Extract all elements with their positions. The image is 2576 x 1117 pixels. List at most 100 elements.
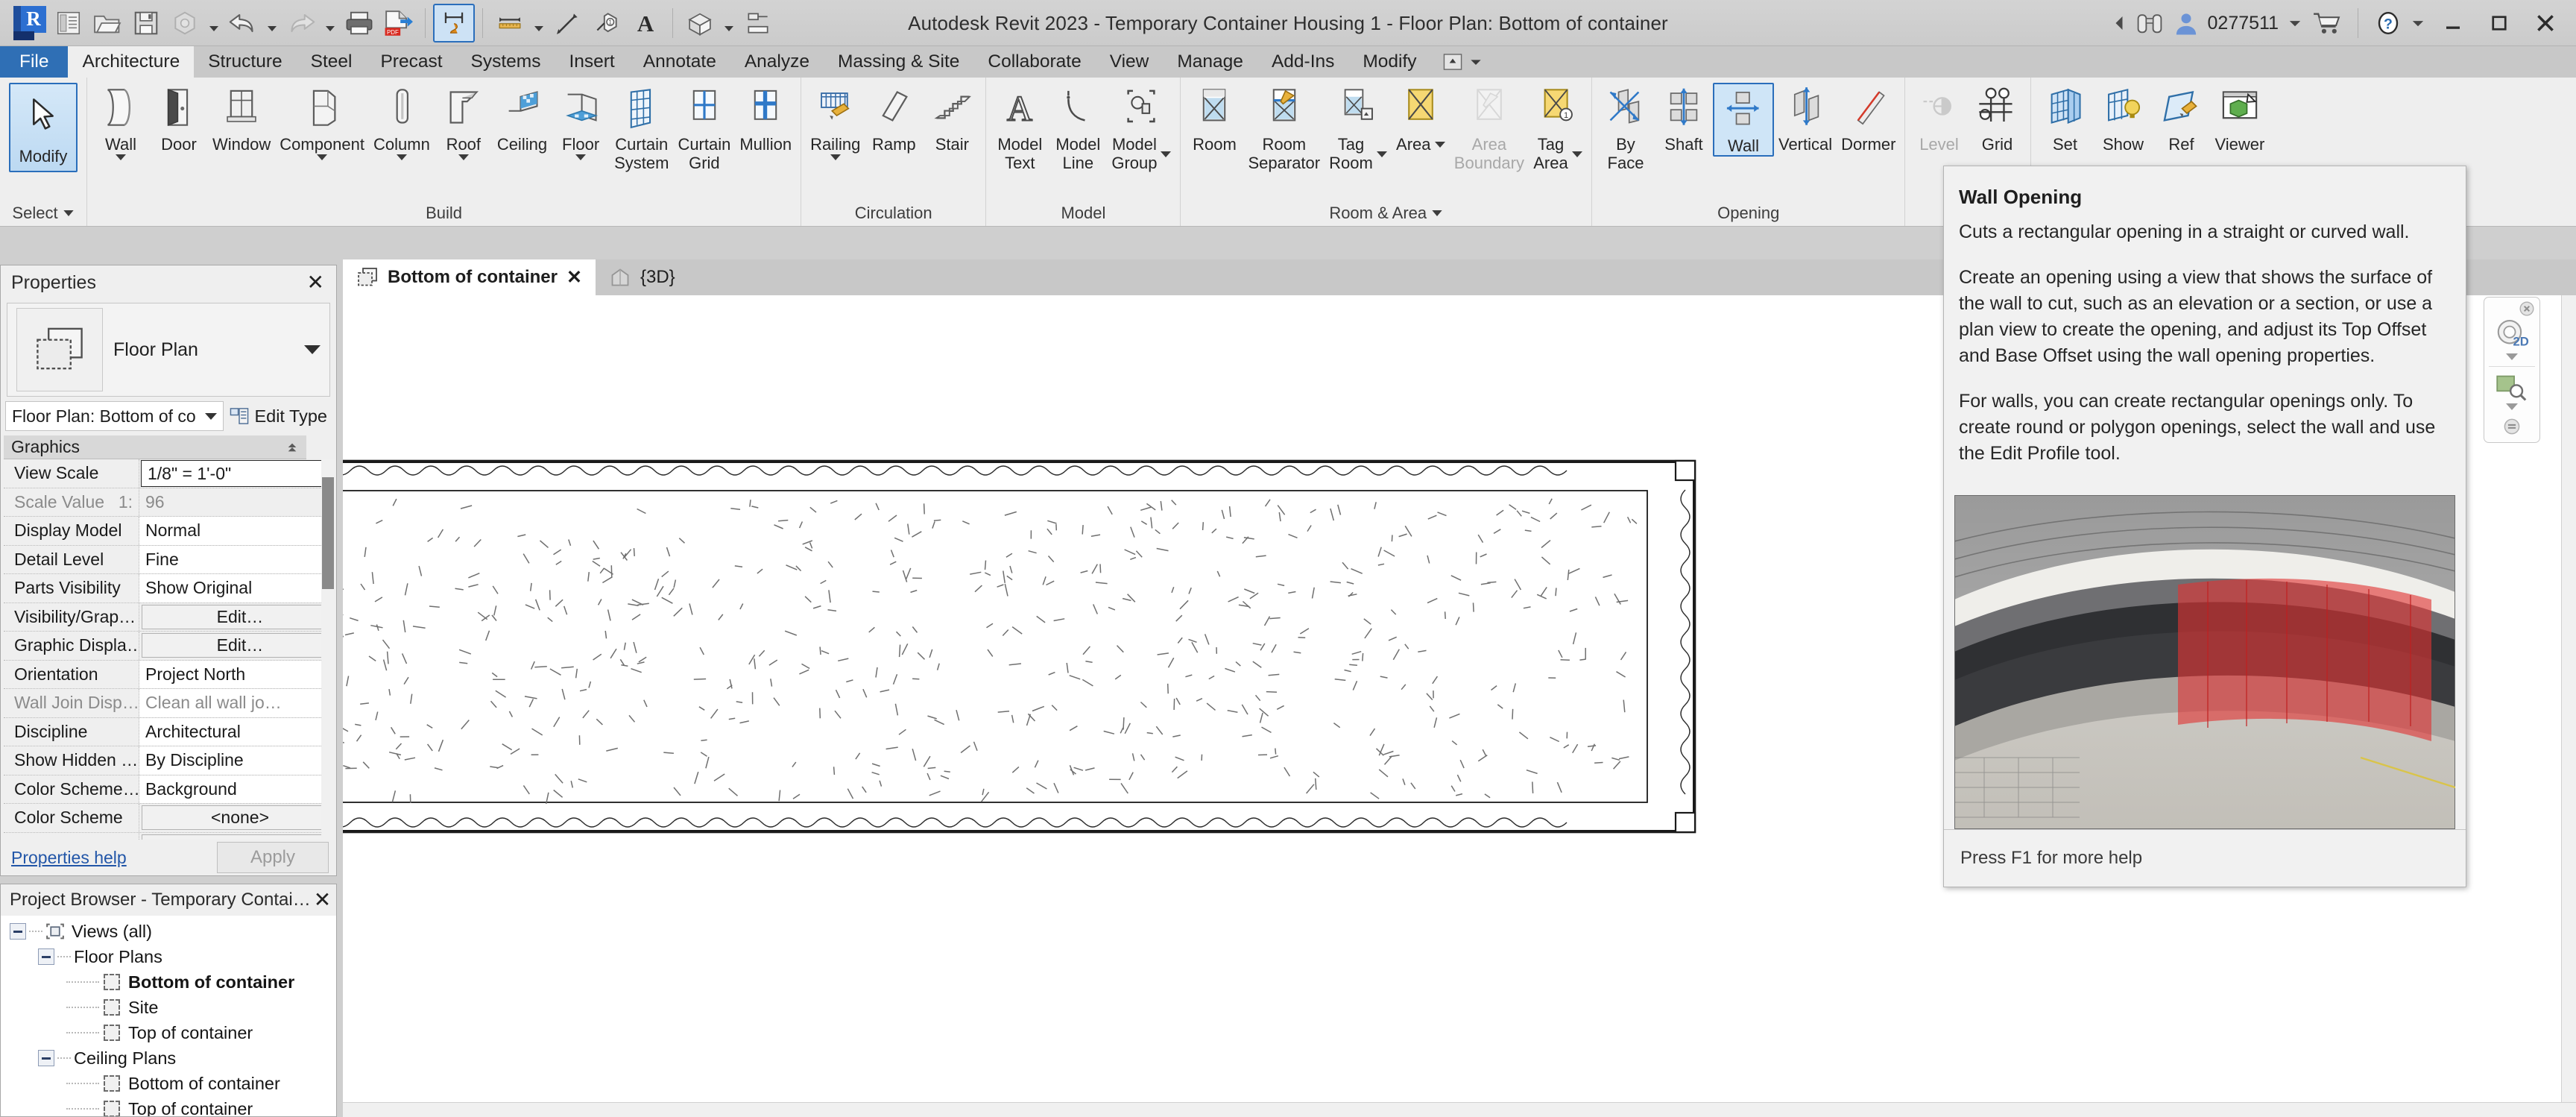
ribbon-button-stair[interactable]: Stair [923, 83, 981, 154]
ribbon-button-model-group[interactable]: Model Group [1107, 83, 1175, 172]
ribbon-tab-view[interactable]: View [1096, 46, 1164, 78]
ribbon-tab-collaborate[interactable]: Collaborate [973, 46, 1095, 78]
property-value[interactable]: 1/8" = 1'-0" [141, 460, 333, 487]
ribbon-button-viewer[interactable]: Viewer [2210, 83, 2269, 154]
ribbon-tab-annotate[interactable]: Annotate [629, 46, 730, 78]
ribbon-button-grid[interactable]: Grid [1968, 83, 2026, 154]
ribbon-minimize-control[interactable] [1442, 46, 1482, 78]
project-browser-item[interactable]: Bottom of container [4, 969, 336, 995]
ribbon-button-dropdown-icon[interactable] [575, 154, 586, 160]
project-browser-item[interactable]: Site [4, 995, 336, 1020]
properties-close-icon[interactable]: ✕ [304, 272, 327, 293]
revit-logo-button[interactable]: R [10, 4, 49, 42]
view-tab-bottom-of-container[interactable]: Bottom of container✕ [343, 259, 596, 295]
account-dropdown-icon[interactable] [2288, 16, 2302, 31]
ribbon-panel-dropdown-icon[interactable] [1431, 208, 1443, 218]
ribbon-button-show[interactable]: Show [2094, 83, 2152, 154]
view-tab-3d[interactable]: {3D} [596, 259, 689, 295]
project-browser-item[interactable]: Views (all) [4, 919, 336, 944]
tag-by-category-icon[interactable] [549, 4, 587, 42]
ribbon-button-dropdown-icon[interactable] [1435, 142, 1445, 148]
navigation-close-icon[interactable] [2519, 301, 2539, 317]
ribbon-button-model-text[interactable]: AModel Text [991, 83, 1049, 172]
help-icon[interactable]: ? [2375, 10, 2402, 37]
ribbon-tab-add-ins[interactable]: Add-Ins [1257, 46, 1348, 78]
search-binoculars-icon[interactable] [2135, 10, 2165, 36]
default-3d-view-icon[interactable] [681, 4, 719, 42]
steering-wheel-2d-icon[interactable]: 2D [2493, 318, 2531, 351]
property-value[interactable]: <none> [142, 805, 332, 830]
aligned-dimension-icon[interactable] [490, 4, 529, 42]
undo-dropdown-icon[interactable] [262, 4, 282, 42]
ribbon-button-window[interactable]: Window [208, 83, 275, 154]
property-value[interactable]: Normal [139, 517, 335, 545]
ribbon-tab-steel[interactable]: Steel [297, 46, 367, 78]
property-value[interactable]: Edit… [142, 605, 332, 629]
zoom-region-icon[interactable] [2495, 373, 2529, 401]
property-value[interactable]: Edit… [142, 633, 332, 658]
property-value[interactable]: Project North [139, 661, 335, 689]
ribbon-button-railing[interactable]: Railing [806, 83, 865, 160]
user-account-icon[interactable] [2174, 10, 2199, 36]
sync-icon[interactable] [165, 4, 204, 42]
ribbon-button-curtain-grid[interactable]: Curtain Grid [673, 83, 735, 172]
ribbon-tab-file[interactable]: File [0, 46, 68, 78]
aligned-dimension-dropdown-icon[interactable] [529, 4, 549, 42]
ribbon-button-dropdown-icon[interactable] [317, 154, 327, 160]
ribbon-button-dropdown-icon[interactable] [116, 154, 126, 160]
project-browser-item[interactable]: Ceiling Plans [4, 1045, 336, 1071]
ribbon-button-column[interactable]: Column [369, 83, 435, 160]
properties-scroll-thumb[interactable] [322, 477, 334, 589]
ribbon-button-ref[interactable]: Ref [2152, 83, 2210, 154]
ribbon-tab-massing-site[interactable]: Massing & Site [824, 46, 973, 78]
measure-between-references-icon[interactable] [433, 4, 475, 43]
print-icon[interactable] [340, 4, 379, 42]
ribbon-button-wall[interactable]: Wall [92, 83, 150, 160]
export-pdf-icon[interactable]: PDF [379, 4, 417, 42]
ribbon-tab-systems[interactable]: Systems [457, 46, 555, 78]
ribbon-button-dropdown-icon[interactable] [397, 154, 407, 160]
edit-type-button[interactable]: Edit Type [230, 406, 330, 427]
zoom-dropdown-icon[interactable] [2506, 403, 2518, 410]
close-button[interactable] [2522, 4, 2569, 42]
type-selector-dropdown-icon[interactable] [304, 345, 321, 354]
default-3d-view-dropdown-icon[interactable] [719, 4, 739, 42]
property-value[interactable]: Edit [142, 834, 332, 840]
ribbon-button-dropdown-icon[interactable] [458, 154, 469, 160]
redo-icon[interactable] [282, 4, 321, 42]
property-value[interactable]: Show Original [139, 574, 335, 602]
canvas-vertical-scrollbar[interactable] [2561, 295, 2576, 1117]
new-project-icon[interactable] [49, 4, 88, 42]
ribbon-button-dropdown-icon[interactable] [830, 154, 841, 160]
ribbon-button-vertical[interactable]: Vertical [1774, 83, 1837, 154]
ribbon-button-roof[interactable]: Roof [435, 83, 493, 160]
view-tab-close-icon[interactable]: ✕ [566, 266, 582, 289]
project-browser-item[interactable]: Top of container [4, 1020, 336, 1045]
help-dropdown-icon[interactable] [2411, 16, 2425, 31]
maximize-button[interactable] [2476, 4, 2522, 42]
collapse-arrow-icon[interactable] [2112, 14, 2126, 32]
ribbon-tab-insert[interactable]: Insert [555, 46, 628, 78]
property-value[interactable]: Architectural [139, 718, 335, 746]
ribbon-button-modify[interactable]: Modify [4, 83, 82, 172]
ribbon-button-set[interactable]: Set [2036, 83, 2094, 154]
ribbon-button-ramp[interactable]: Ramp [865, 83, 923, 154]
ribbon-button-area[interactable]: Area [1392, 83, 1450, 154]
ribbon-button-curtain-system[interactable]: Curtain System [610, 83, 673, 172]
ribbon-button-room[interactable]: Room [1185, 83, 1243, 154]
minimize-button[interactable] [2430, 4, 2476, 42]
project-browser-item[interactable]: Floor Plans [4, 944, 336, 969]
ribbon-button-ceiling[interactable]: Ceiling [493, 83, 552, 154]
ribbon-button-component[interactable]: Component [275, 83, 369, 160]
ribbon-tab-structure[interactable]: Structure [194, 46, 296, 78]
ribbon-button-tag-room[interactable]: Tag Room [1325, 83, 1392, 172]
ribbon-button-dropdown-icon[interactable] [1161, 151, 1171, 157]
save-icon[interactable] [127, 4, 165, 42]
ribbon-button-dropdown-icon[interactable] [1572, 151, 1582, 157]
ribbon-button-by-face[interactable]: By Face [1597, 83, 1655, 172]
ribbon-button-door[interactable]: Door [150, 83, 208, 154]
redo-dropdown-icon[interactable] [321, 4, 340, 42]
ribbon-button-floor[interactable]: Floor [552, 83, 610, 160]
ribbon-button-wall[interactable]: Wall [1713, 83, 1774, 157]
ribbon-button-shaft[interactable]: Shaft [1655, 83, 1713, 154]
